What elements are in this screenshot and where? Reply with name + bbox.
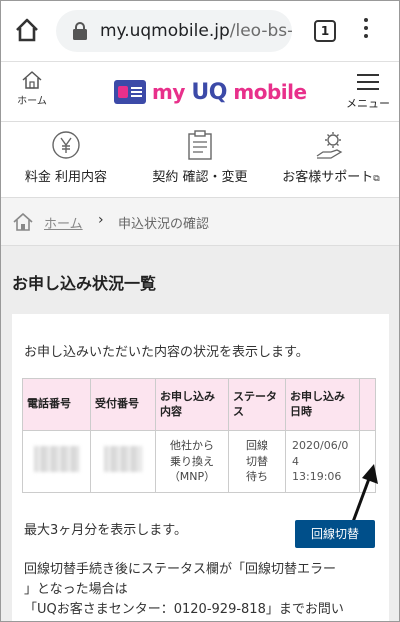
category-nav: 料金 利用内容 契約 確認・変更 お客様サポート⧉ [0,122,400,198]
logo-my: my [152,79,185,104]
status-line: 待ち [246,470,268,484]
menu-label: メニュー [346,97,390,110]
content-line: 乗り換え [170,454,214,468]
breadcrumb-current: 申込状況の確認 [118,217,210,232]
redacted-phone [33,446,80,473]
switch-error-info: 回線切替手続き後にステータス欄が「回線切替エラー 」となった場合は 「UQお客さ… [24,560,382,620]
date-line: 13:19:06 [292,470,342,484]
application-status-table: 電話番号 受付番号 お申し込み内容 ステータス お申し込み日時 他社から 乗り換… [22,378,376,493]
tab-switcher-button[interactable]: 1 [314,20,336,42]
content-line: 他社から [170,439,214,453]
intro-text: お申し込みいただいた内容の状況を表示します。 [24,345,309,360]
id-card-icon [114,80,146,104]
line-switch-button[interactable]: 回線切替 [295,520,375,548]
table-row: 他社から 乗り換え （MNP） 回線 切替 待ち 2020/06/0 4 13:… [22,430,376,493]
page-title: お申し込み状況一覧 [12,274,157,293]
status-line: 回線 [246,439,268,453]
breadcrumb-home-icon[interactable] [12,212,34,232]
nav-item-contract-label: 契約 確認・変更 [152,170,248,185]
table-header-row: 電話番号 受付番号 お申し込み内容 ステータス お申し込み日時 [22,378,376,431]
info-line: 「UQお客さまセンター：0120-929-818」までお問い [24,602,344,617]
col-header-status: ステータス [228,378,286,431]
date-line: 2020/06/0 [292,439,349,453]
hamburger-icon [357,74,379,90]
cell-phone [22,430,91,493]
max-period-note: 最大3ヶ月分を表示します。 [24,523,187,538]
nav-item-billing[interactable]: 料金 利用内容 [12,130,120,185]
date-line: 4 [292,454,299,468]
breadcrumb: ホーム › 申込状況の確認 [0,198,400,246]
external-link-icon: ⧉ [373,174,380,184]
logo-text: my UQ mobile [152,80,307,105]
my-uq-mobile-logo[interactable]: my UQ mobile [114,78,307,106]
cell-content: 他社から 乗り換え （MNP） [155,430,229,493]
url-text: my.uqmobile.jp/leo-bs-| [100,21,292,41]
cell-receipt [90,430,156,493]
application-status-card: お申し込みいただいた内容の状況を表示します。 電話番号 受付番号 お申し込み内容… [12,314,389,622]
header-menu-button[interactable]: メニュー [344,74,392,111]
yen-coin-icon [52,131,80,159]
status-line: 切替 [246,454,268,468]
home-icon [22,71,42,89]
browser-toolbar: my.uqmobile.jp/leo-bs-| 1 [0,0,400,62]
cell-status: 回線 切替 待ち [228,430,286,493]
header-home-button[interactable]: ホーム [12,70,52,107]
col-header-receipt: 受付番号 [90,378,156,431]
info-line: 」となった場合は [24,582,128,597]
breadcrumb-home-link[interactable]: ホーム [44,213,83,232]
col-header-datetime: お申し込み日時 [285,378,360,431]
col-header-phone: 電話番号 [22,378,91,431]
breadcrumb-separator: › [98,212,104,228]
nav-item-billing-label: 料金 利用内容 [24,170,108,185]
support-gear-hand-icon [316,132,343,159]
address-bar[interactable]: my.uqmobile.jp/leo-bs-| [56,10,292,52]
redacted-receipt [104,446,142,473]
info-line: 回線切替手続き後にステータス欄が「回線切替エラー [24,562,337,577]
content-line: （MNP） [168,470,216,484]
logo-mobile: mobile [233,79,307,104]
url-path: /leo-bs-| [229,21,292,41]
browser-home-icon[interactable] [14,17,40,43]
nav-item-support[interactable]: お客様サポート⧉ [272,130,390,185]
url-host: my.uqmobile.jp [100,21,230,41]
home-label: ホーム [17,96,47,107]
support-label-text: お客様サポート [282,170,374,185]
browser-menu-icon[interactable] [362,18,370,44]
nav-item-contract[interactable]: 契約 確認・変更 [130,130,270,185]
col-header-content: お申し込み内容 [155,378,229,431]
site-header: ホーム my UQ mobile メニュー [0,62,400,122]
lock-icon [73,22,87,40]
nav-item-support-label: お客様サポート⧉ [272,166,390,185]
col-header-extra [359,378,376,431]
logo-uq: UQ [191,79,227,105]
clipboard-icon [188,130,212,160]
